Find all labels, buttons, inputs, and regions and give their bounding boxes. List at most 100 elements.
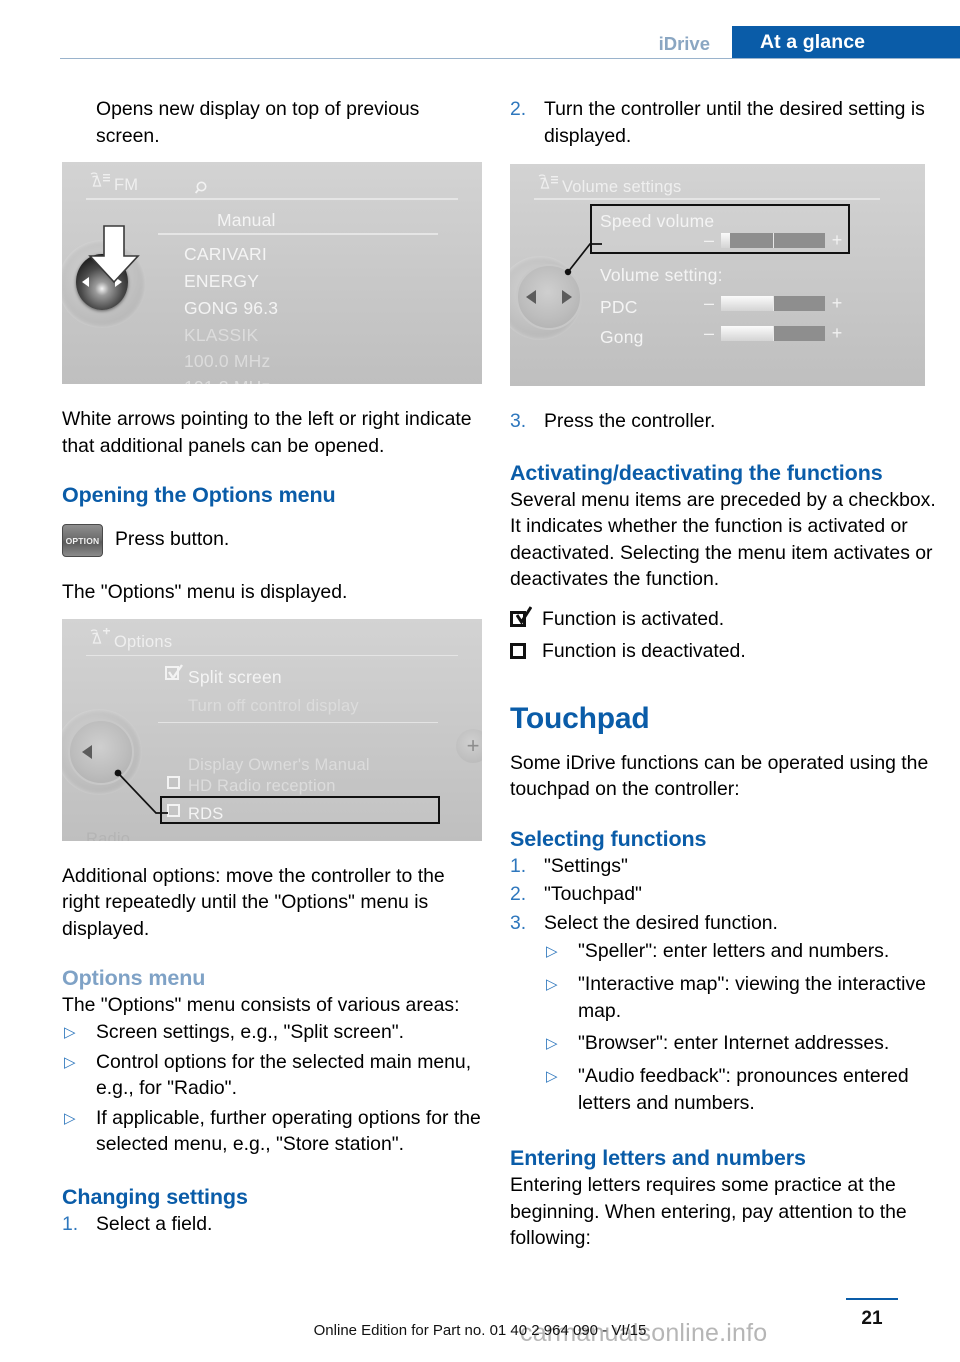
options-menu-intro: The "Options" menu consists of various a… bbox=[62, 994, 460, 1016]
checkbox-checked-icon[interactable] bbox=[164, 663, 184, 683]
bullet-text: Screen settings, e.g., "Split screen". bbox=[96, 1020, 405, 1043]
selecting-functions-sub-bullets: ▷ "Speller": enter letters and numbers. … bbox=[544, 938, 938, 1116]
options-screen-illustration: Options Split screen Turn off control di… bbox=[62, 618, 482, 841]
list-item: 1. "Settings" bbox=[510, 853, 938, 880]
left-column: Opens new display on top of previous scr… bbox=[62, 96, 482, 1239]
plus-sign[interactable]: + bbox=[830, 290, 844, 317]
press-button-text: Press button. bbox=[115, 528, 230, 550]
step-number: 1. bbox=[62, 1212, 79, 1235]
plus-sign[interactable]: + bbox=[830, 320, 844, 347]
slider-track[interactable] bbox=[721, 296, 825, 311]
edition-note: Online Edition for Part no. 01 40 2 964 … bbox=[313, 1321, 647, 1339]
minus-sign[interactable]: – bbox=[702, 290, 716, 317]
header-section-band: At a glance bbox=[732, 26, 960, 58]
options-item-5[interactable]: RDS bbox=[188, 801, 223, 828]
options-screen-title: Options bbox=[114, 632, 173, 651]
controller-right-arrow-icon-3 bbox=[562, 290, 572, 304]
triangle-bullet-icon: ▷ bbox=[546, 976, 558, 993]
heading-changing-settings: Changing settings bbox=[62, 1184, 248, 1209]
radio-tower-icon bbox=[90, 172, 110, 187]
white-arrows-caption: White arrows pointing to the left or rig… bbox=[62, 408, 472, 457]
speed-volume-slider[interactable]: – + bbox=[702, 230, 844, 250]
callout-line-volume bbox=[564, 243, 602, 276]
list-item: ▷ Control options for the selected main … bbox=[62, 1049, 482, 1102]
checkbox-checked-icon bbox=[510, 605, 532, 632]
page-header: iDrive At a glance bbox=[0, 0, 960, 60]
radio-tower-icon bbox=[538, 174, 558, 189]
step-number: 3. bbox=[510, 410, 527, 432]
pdc-label[interactable]: PDC bbox=[600, 294, 638, 321]
list-item: 1. Select a field. bbox=[62, 1211, 482, 1238]
step-text: Press the controller. bbox=[544, 410, 716, 432]
list-item: ▷ "Browser": enter Internet addresses. bbox=[544, 1030, 938, 1057]
heading-touchpad: Touchpad bbox=[510, 701, 650, 735]
step-text: Select a field. bbox=[96, 1212, 213, 1235]
checkbox-legend-text: Function is activated. bbox=[542, 607, 725, 630]
search-icon bbox=[194, 181, 207, 194]
fm-list-item-3[interactable]: KLASSIK bbox=[184, 322, 258, 349]
bullet-text: Control options for the selected main me… bbox=[96, 1050, 472, 1100]
options-menu-bullet-list: ▷ Screen settings, e.g., "Split screen".… bbox=[62, 1019, 482, 1158]
list-item: 3. Select the desired function. bbox=[510, 910, 938, 937]
step-text: "Settings" bbox=[544, 854, 628, 877]
activating-paragraph: Several menu items are preceded by a che… bbox=[510, 488, 936, 591]
heading-activating-deactivating: Activating/deactivating the functions bbox=[510, 460, 883, 485]
fm-search-item[interactable]: Manual bbox=[217, 207, 276, 234]
pdc-slider[interactable]: – + bbox=[702, 293, 844, 313]
step-text: Select the desired function. bbox=[544, 911, 778, 934]
slider-fill bbox=[721, 233, 731, 248]
panel-plus-badge[interactable]: + bbox=[456, 728, 482, 763]
changing-settings-steps: 1. Select a field. bbox=[62, 1211, 482, 1238]
plus-sign[interactable]: + bbox=[830, 227, 844, 254]
touchpad-paragraph: Some iDrive functions can be operated us… bbox=[510, 751, 929, 801]
fm-list-item-4[interactable]: 100.0 MHz bbox=[184, 348, 270, 375]
steps-after: 3. Press the controller. bbox=[510, 408, 938, 435]
triangle-bullet-icon: ▷ bbox=[64, 1109, 76, 1127]
options-item-1[interactable]: Turn off control display bbox=[188, 693, 359, 720]
down-arrow-callout-icon bbox=[88, 225, 140, 284]
steps-top: 2. Turn the controller until the desired… bbox=[510, 96, 938, 149]
list-item: ▷ "Audio feedback": pronounces entered l… bbox=[544, 1063, 938, 1116]
checkbox-legend-deactivated: Function is deactivated. bbox=[510, 638, 938, 665]
minus-sign[interactable]: – bbox=[702, 227, 716, 254]
step-number: 1. bbox=[510, 854, 527, 877]
selecting-functions-steps: 1. "Settings" 2. "Touchpad" 3. Select th… bbox=[510, 853, 938, 937]
gong-label[interactable]: Gong bbox=[600, 324, 644, 351]
slider-track[interactable] bbox=[721, 233, 825, 248]
heading-opening-options-menu: Opening the Options menu bbox=[62, 483, 336, 507]
slider-midmark bbox=[773, 296, 774, 311]
fm-list-item-0[interactable]: CARIVARI bbox=[184, 241, 267, 268]
triangle-bullet-icon: ▷ bbox=[546, 943, 558, 960]
slider-midmark bbox=[773, 326, 774, 341]
step-number: 2. bbox=[510, 98, 527, 120]
heading-selecting-functions: Selecting functions bbox=[510, 826, 707, 851]
manual-page: iDrive At a glance Opens new display on … bbox=[0, 0, 960, 1362]
controller-left-arrow-icon-3 bbox=[526, 290, 536, 304]
fm-list-item-2[interactable]: GONG 96.3 bbox=[184, 295, 278, 322]
speed-volume-label[interactable]: Speed volume bbox=[600, 208, 714, 235]
minus-sign[interactable]: – bbox=[702, 320, 716, 347]
header-divider bbox=[60, 58, 960, 59]
option-button-icon[interactable]: OPTION bbox=[62, 524, 103, 557]
gong-slider[interactable]: – + bbox=[702, 323, 844, 343]
fm-list-item-5[interactable]: 101.3 MHz bbox=[184, 374, 270, 384]
list-item: ▷ "Speller": enter letters and numbers. bbox=[544, 938, 938, 965]
options-item-0[interactable]: Split screen bbox=[188, 664, 282, 691]
options-displayed-text: The "Options" menu is displayed. bbox=[62, 581, 348, 603]
callout-line bbox=[114, 769, 168, 814]
slider-track[interactable] bbox=[721, 326, 825, 341]
list-item: 3. Press the controller. bbox=[510, 408, 938, 435]
header-chapter-label: iDrive bbox=[658, 33, 710, 54]
fm-list-item-1[interactable]: ENERGY bbox=[184, 268, 259, 295]
header-section-label: At a glance bbox=[760, 30, 866, 53]
intro-paragraph: Opens new display on top of previous scr… bbox=[96, 98, 420, 147]
list-item: ▷ "Interactive map": viewing the interac… bbox=[544, 971, 938, 1024]
options-item-6: Radio bbox=[86, 829, 131, 841]
entering-paragraph: Entering letters requires some practice … bbox=[510, 1174, 907, 1249]
radio-tower-plus-icon bbox=[90, 627, 110, 644]
checkbox-legend-text: Function is deactivated. bbox=[542, 640, 746, 662]
volume-screen-illustration: Volume settings Speed volume – + Volume … bbox=[510, 164, 925, 386]
step-number: 2. bbox=[510, 883, 527, 905]
bullet-text: "Speller": enter letters and numbers. bbox=[578, 940, 890, 962]
list-item: 2. Turn the controller until the desired… bbox=[510, 96, 938, 149]
